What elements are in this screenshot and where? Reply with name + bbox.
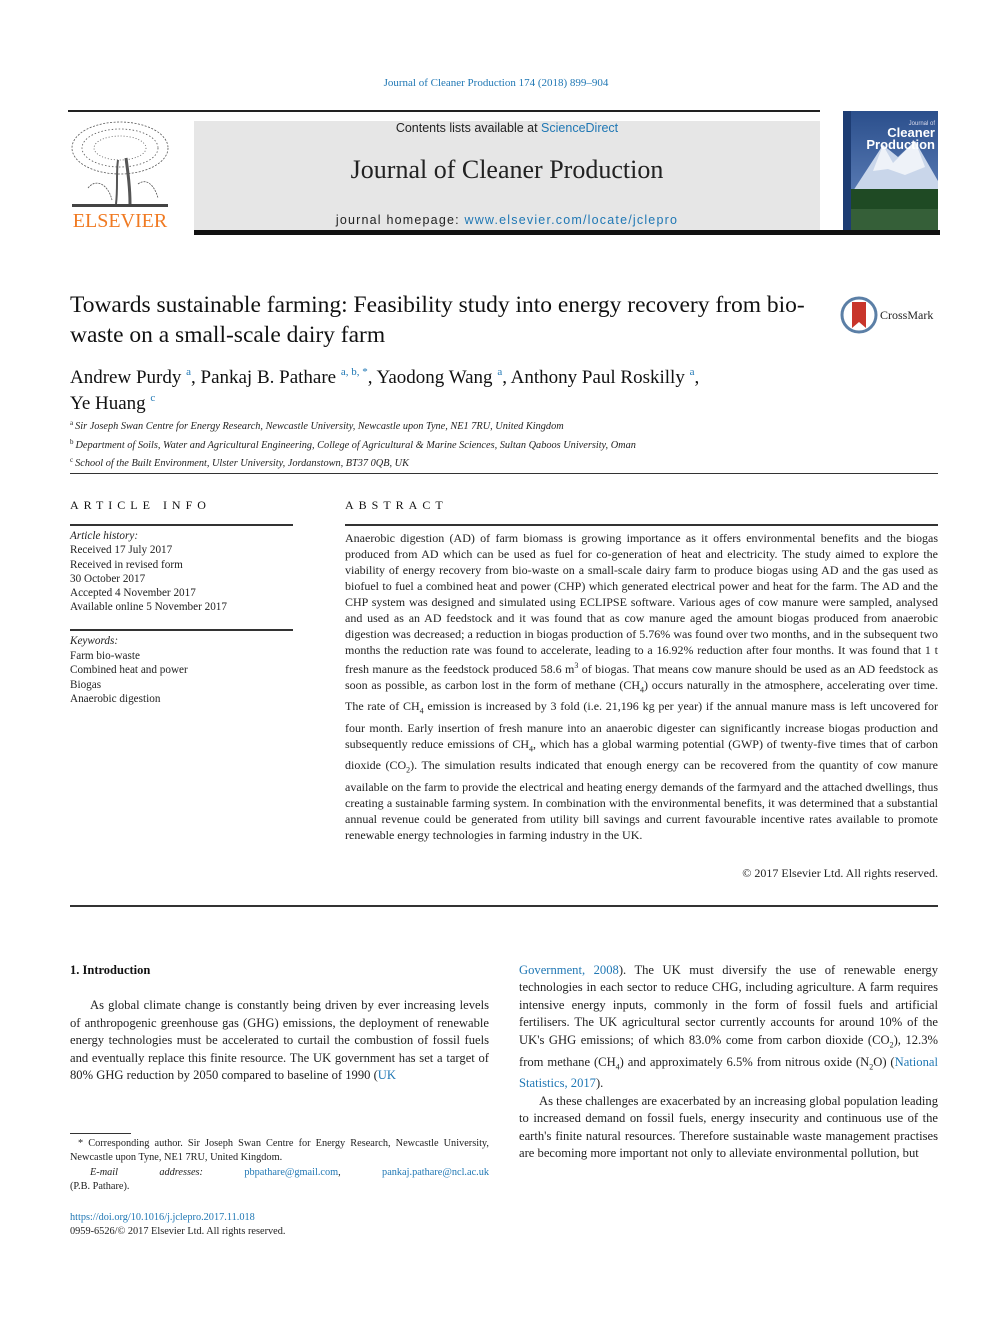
article-title: Towards sustainable farming: Feasibility… [70,292,805,348]
history-item: Accepted 4 November 2017 [70,587,196,600]
homepage-line: journal homepage: www.elsevier.com/locat… [194,213,820,227]
cover-text-line3: Production [866,137,935,152]
article-info-heading: ARTICLE INFO [70,498,211,512]
history-item: Received in revised form [70,558,183,571]
keywords-label: Keywords: [70,635,119,647]
abstract-heading: ABSTRACT [345,498,448,512]
intro-paragraph: As these challenges are exacerbated by a… [519,1093,938,1161]
elsevier-logo[interactable]: ELSEVIER [68,118,172,232]
author-separator: , [694,367,700,388]
email-link[interactable]: pankaj.pathare@ncl.ac.uk [382,1167,489,1178]
elsevier-tree-logo-icon [71,121,169,207]
author-affiliation-marker[interactable]: a, b, * [341,366,368,378]
abstract-text: Anaerobic digestion (AD) of farm biomass… [345,531,939,842]
header-top-rule [68,110,820,112]
abstract-bottom-rule [70,905,938,907]
elsevier-wordmark: ELSEVIER [72,210,168,232]
abstract-rule [345,524,938,526]
intro-paragraph-text: As global climate change is constantly b… [70,998,489,1082]
email-owner: (P.B. Pathare). [70,1180,130,1192]
introduction-left-column: As global climate change is constantly b… [70,997,489,1085]
keyword-item: Combined heat and power [70,664,188,676]
affiliation-text: Department of Soils, Water and Agricultu… [75,439,636,451]
contents-prefix: Contents lists available at [395,121,542,135]
crossmark-label: CrossMark [880,308,934,322]
affiliation-item: a Sir Joseph Swan Centre for Energy Resea… [70,416,930,435]
crossmark-button[interactable]: CrossMark [840,296,942,336]
affiliations: a Sir Joseph Swan Centre for Energy Resea… [70,416,930,472]
introduction-heading: 1. Introduction [70,963,151,977]
footnote-rule [70,1133,131,1134]
affiliation-key: c [70,456,74,464]
article-history: Article history: Received 17 July 2017 R… [70,529,300,615]
journal-homepage-link[interactable]: www.elsevier.com/locate/jclepro [464,213,678,227]
author-list: Andrew Purdy a, Pankaj B. Pathare a, b, … [70,362,830,414]
author-affiliation-marker[interactable]: c [150,392,155,404]
doi-link[interactable]: https://doi.org/10.1016/j.jclepro.2017.1… [70,1212,255,1223]
email-label: E-mail addresses: [90,1166,203,1178]
affiliation-key: b [70,437,74,446]
email-line: E-mail addresses: pbpathare@gmail.com, p… [90,1166,490,1178]
author-name[interactable]: Anthony Paul Roskilly [511,367,685,388]
abstract-copyright: © 2017 Elsevier Ltd. All rights reserved… [742,866,938,880]
journal-cover-art: Journal of Cleaner Production [843,111,938,230]
running-head-citation[interactable]: Journal of Cleaner Production 174 (2018)… [0,77,992,89]
article-info-rule [70,524,293,526]
keyword-item: Farm bio-waste [70,649,140,662]
affiliation-text: School of the Built Environment, Ulster … [75,458,409,469]
author-separator: , [502,367,511,388]
citation-link[interactable]: UK [378,1068,396,1082]
history-item: Available online 5 November 2017 [70,601,227,614]
sciencedirect-link[interactable]: ScienceDirect [541,121,618,135]
affiliation-item: b Department of Soils, Water and Agricult… [70,435,930,454]
homepage-prefix: journal homepage: [335,213,465,227]
corresponding-author-text: * Corresponding author. Sir Joseph Swan … [70,1138,489,1164]
contents-line: Contents lists available at ScienceDirec… [194,121,820,135]
journal-title: Journal of Cleaner Production [350,155,664,184]
corresponding-author-footnote: * Corresponding author. Sir Joseph Swan … [70,1137,489,1194]
keyword-item: Biogas [70,678,102,691]
author-separator: , [191,367,201,388]
affiliation-divider [70,473,938,474]
issn-copyright: 0959-6526/© 2017 Elsevier Ltd. All right… [70,1226,286,1238]
email-link[interactable]: pbpathare@gmail.com [244,1167,338,1178]
author-name[interactable]: Pankaj B. Pathare [201,367,337,388]
author-name[interactable]: Yaodong Wang [377,367,493,388]
banner-bottom-rule [194,230,940,235]
affiliation-text: Sir Joseph Swan Centre for Energy Resear… [75,421,564,432]
introduction-right-column: Government, 2008). The UK must diversify… [519,962,938,1163]
keyword-item: Anaerobic digestion [70,693,161,705]
doi-block: https://doi.org/10.1016/j.jclepro.2017.1… [70,1211,489,1240]
history-item: 30 October 2017 [70,572,146,585]
journal-cover-image[interactable]: Journal of Cleaner Production [843,111,938,230]
author-separator: , [367,367,377,388]
author-name[interactable]: Andrew Purdy [70,367,181,388]
affiliation-key: a [70,419,74,427]
journal-banner: Contents lists available at ScienceDirec… [194,121,820,230]
history-item: Received 17 July 2017 [70,544,173,557]
crossmark-icon [840,296,878,334]
author-name[interactable]: Ye Huang [70,393,146,414]
affiliation-item: c School of the Built Environment, Ulster… [70,453,930,472]
citation-link[interactable]: Government, 2008 [519,963,619,977]
article-history-label: Article history: [70,530,139,542]
keywords: Keywords: Farm bio-waste Combined heat a… [70,634,300,707]
keywords-rule [70,629,293,631]
intro-paragraph: Government, 2008). The UK must diversify… [519,963,939,1091]
